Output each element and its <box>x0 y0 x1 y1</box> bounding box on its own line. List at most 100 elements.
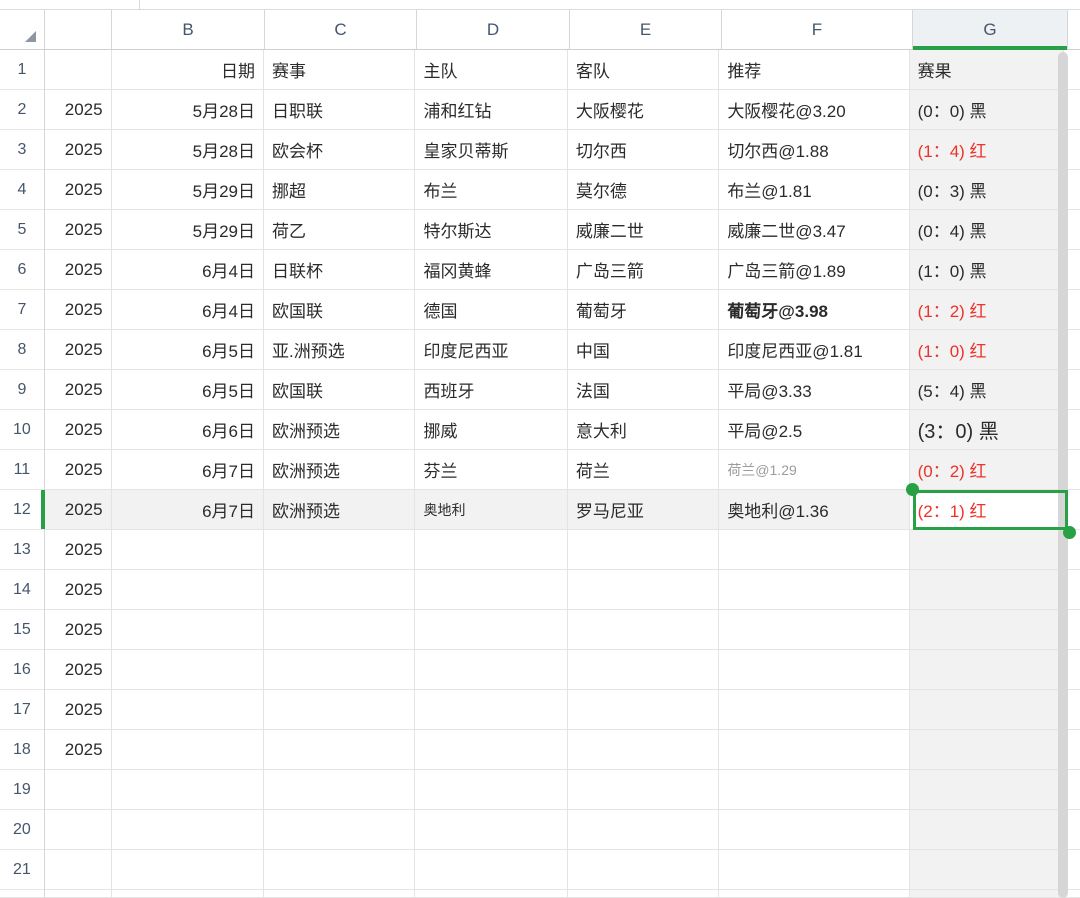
cell-B18[interactable] <box>112 730 264 770</box>
cell-D19[interactable] <box>415 770 567 810</box>
cell-G2[interactable]: (0：0) 黑 <box>910 90 1064 130</box>
cell-C9[interactable]: 欧国联 <box>264 370 415 410</box>
row-header-14[interactable]: 14 <box>0 570 45 610</box>
cell-C16[interactable] <box>264 650 415 690</box>
cell-E8[interactable]: 中国 <box>568 330 719 370</box>
cell-D2[interactable]: 浦和红钻 <box>415 90 567 130</box>
cell-B15[interactable] <box>112 610 264 650</box>
cell-D16[interactable] <box>415 650 567 690</box>
row-header-5[interactable]: 5 <box>0 210 45 250</box>
cell-F21[interactable] <box>719 850 909 890</box>
cell-A21[interactable] <box>45 850 112 890</box>
cell-A6[interactable]: 2025 <box>45 250 112 290</box>
cell-E11[interactable]: 荷兰 <box>568 450 719 490</box>
row-header-10[interactable]: 10 <box>0 410 45 450</box>
cell-G19[interactable] <box>910 770 1064 810</box>
cell-G15[interactable] <box>910 610 1064 650</box>
cell-E21[interactable] <box>568 850 719 890</box>
cell-F19[interactable] <box>719 770 909 810</box>
cell-E14[interactable] <box>568 570 719 610</box>
column-header-H[interactable] <box>1068 10 1080 50</box>
cell-G17[interactable] <box>910 690 1064 730</box>
cell-B4[interactable]: 5月29日 <box>112 170 264 210</box>
column-header-A[interactable] <box>45 10 112 50</box>
row-header-21[interactable]: 21 <box>0 850 45 890</box>
cell-B8[interactable]: 6月5日 <box>112 330 264 370</box>
selection-handle-bottom-right[interactable] <box>1063 526 1076 539</box>
cell-E9[interactable]: 法国 <box>568 370 719 410</box>
cell-A9[interactable]: 2025 <box>45 370 112 410</box>
cell-G8[interactable]: (1：0) 红 <box>910 330 1064 370</box>
row-header-3[interactable]: 3 <box>0 130 45 170</box>
cell-E1[interactable]: 客队 <box>568 50 719 90</box>
cell-D9[interactable]: 西班牙 <box>415 370 567 410</box>
cell-B17[interactable] <box>112 690 264 730</box>
cell-G7[interactable]: (1：2) 红 <box>910 290 1064 330</box>
cell-C4[interactable]: 挪超 <box>264 170 415 210</box>
column-header-E[interactable]: E <box>570 10 722 50</box>
row-header-15[interactable]: 15 <box>0 610 45 650</box>
row-header-16[interactable]: 16 <box>0 650 45 690</box>
cell-E3[interactable]: 切尔西 <box>568 130 719 170</box>
cell-A4[interactable]: 2025 <box>45 170 112 210</box>
cell-C14[interactable] <box>264 570 415 610</box>
cell-A13[interactable]: 2025 <box>45 530 112 570</box>
cell-E7[interactable]: 葡萄牙 <box>568 290 719 330</box>
row-header-6[interactable]: 6 <box>0 250 45 290</box>
cell-C1[interactable]: 赛事 <box>264 50 415 90</box>
cell-E6[interactable]: 广岛三箭 <box>568 250 719 290</box>
cell-D11[interactable]: 芬兰 <box>415 450 567 490</box>
cell-E12[interactable]: 罗马尼亚 <box>568 490 719 530</box>
cell-E2[interactable]: 大阪樱花 <box>568 90 719 130</box>
cell-F17[interactable] <box>719 690 909 730</box>
row-header-19[interactable]: 19 <box>0 770 45 810</box>
cell-C18[interactable] <box>264 730 415 770</box>
cell-C17[interactable] <box>264 690 415 730</box>
cell-B2[interactable]: 5月28日 <box>112 90 264 130</box>
cell-B12[interactable]: 6月7日 <box>112 490 264 530</box>
cell-A19[interactable] <box>45 770 112 810</box>
cell-D15[interactable] <box>415 610 567 650</box>
column-header-C[interactable]: C <box>265 10 417 50</box>
cell-C2[interactable]: 日职联 <box>264 90 415 130</box>
cell-G14[interactable] <box>910 570 1064 610</box>
cell-C15[interactable] <box>264 610 415 650</box>
cell-A20[interactable] <box>45 810 112 850</box>
row-header-4[interactable]: 4 <box>0 170 45 210</box>
cell-D5[interactable]: 特尔斯达 <box>415 210 567 250</box>
cell-D18[interactable] <box>415 730 567 770</box>
row-header-2[interactable]: 2 <box>0 90 45 130</box>
cell-B20[interactable] <box>112 810 264 850</box>
cell-C20[interactable] <box>264 810 415 850</box>
column-header-F[interactable]: F <box>722 10 913 50</box>
cell-E5[interactable]: 威廉二世 <box>568 210 719 250</box>
cell-G5[interactable]: (0：4) 黑 <box>910 210 1064 250</box>
cell-F7[interactable]: 葡萄牙@3.98 <box>719 290 909 330</box>
cell-G16[interactable] <box>910 650 1064 690</box>
cell-E18[interactable] <box>568 730 719 770</box>
cell-F14[interactable] <box>719 570 909 610</box>
cell-C7[interactable]: 欧国联 <box>264 290 415 330</box>
cell-D17[interactable] <box>415 690 567 730</box>
cell-D21[interactable] <box>415 850 567 890</box>
cell-G9[interactable]: (5：4) 黑 <box>910 370 1064 410</box>
cell-F5[interactable]: 威廉二世@3.47 <box>719 210 909 250</box>
cell-C8[interactable]: 亚.洲预选 <box>264 330 415 370</box>
cell-A16[interactable]: 2025 <box>45 650 112 690</box>
selected-cell-G12[interactable]: (2：1) 红 <box>910 490 1064 530</box>
cell-C19[interactable] <box>264 770 415 810</box>
cell-A14[interactable]: 2025 <box>45 570 112 610</box>
cell-F20[interactable] <box>719 810 909 850</box>
cell-A11[interactable]: 2025 <box>45 450 112 490</box>
cell-B11[interactable]: 6月7日 <box>112 450 264 490</box>
cell-D7[interactable]: 德国 <box>415 290 567 330</box>
cell-G13[interactable] <box>910 530 1064 570</box>
cell-B6[interactable]: 6月4日 <box>112 250 264 290</box>
cell-A10[interactable]: 2025 <box>45 410 112 450</box>
cell-G18[interactable] <box>910 730 1064 770</box>
cell-B19[interactable] <box>112 770 264 810</box>
cell-D3[interactable]: 皇家贝蒂斯 <box>415 130 567 170</box>
cell-B16[interactable] <box>112 650 264 690</box>
row-header-7[interactable]: 7 <box>0 290 45 330</box>
cell-B3[interactable]: 5月28日 <box>112 130 264 170</box>
